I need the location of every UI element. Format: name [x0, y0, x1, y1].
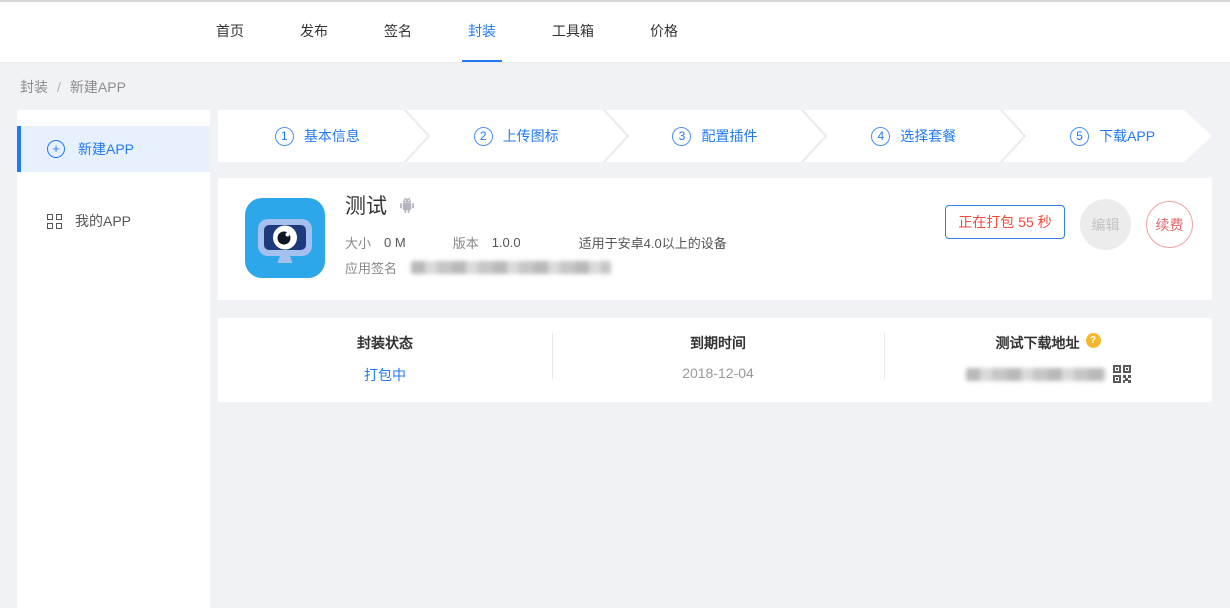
chevron-right-icon	[403, 110, 431, 162]
breadcrumb-separator: /	[57, 79, 61, 95]
edit-button[interactable]: 编辑	[1080, 199, 1131, 250]
step-label: 配置插件	[701, 126, 757, 146]
breadcrumb: 封装 / 新建APP	[20, 77, 126, 97]
package-status-title: 封装状态	[218, 333, 552, 353]
top-header: 首页 发布 签名 封装 工具箱 价格	[0, 0, 1230, 63]
breadcrumb-section[interactable]: 封装	[20, 79, 48, 95]
app-title: 测试	[345, 190, 387, 220]
version-value: 1.0.0	[492, 235, 521, 250]
version-label: 版本	[453, 233, 479, 252]
signature-label: 应用签名	[345, 258, 397, 277]
step-number-icon: 3	[672, 127, 691, 146]
step-label: 选择套餐	[900, 126, 956, 146]
download-url-title-text: 测试下载地址	[996, 335, 1080, 351]
step-label: 下载APP	[1099, 126, 1155, 146]
sidebar: 新建APP 我的APP	[17, 110, 210, 608]
sidebar-item-new-app[interactable]: 新建APP	[17, 126, 210, 172]
grid-icon	[47, 214, 62, 229]
wizard-steps: 1 基本信息 2 上传图标 3 配置插件 4 选择套餐 5 下载APP	[218, 110, 1212, 162]
renew-button[interactable]: 续费	[1146, 201, 1193, 248]
app-icon	[245, 198, 325, 278]
sidebar-item-label: 我的APP	[75, 211, 131, 231]
step-number-icon: 4	[871, 127, 890, 146]
help-icon[interactable]: ?	[1086, 333, 1101, 348]
download-url-redacted[interactable]	[966, 368, 1106, 381]
package-status-value: 打包中	[218, 365, 552, 385]
expire-time-title: 到期时间	[552, 333, 884, 353]
chevron-right-icon	[999, 110, 1027, 162]
nav-item-package[interactable]: 封装	[462, 2, 502, 62]
step-configure-plugins: 3 配置插件	[616, 110, 815, 162]
column-divider	[552, 333, 553, 379]
expire-time-value: 2018-12-04	[552, 365, 884, 381]
step-number-icon: 5	[1070, 127, 1089, 146]
sidebar-item-my-app[interactable]: 我的APP	[17, 198, 210, 244]
nav-item-sign[interactable]: 签名	[378, 2, 418, 62]
expire-time-column: 到期时间 2018-12-04	[552, 318, 884, 402]
packing-status-button[interactable]: 正在打包 55 秒	[945, 205, 1065, 239]
column-divider	[884, 333, 885, 379]
app-meta-row: 大小 0 M 版本 1.0.0 适用于安卓4.0以上的设备	[345, 233, 727, 252]
nav-item-pricing[interactable]: 价格	[644, 2, 684, 62]
chevron-right-icon	[602, 110, 630, 162]
main-nav: 首页 发布 签名 封装 工具箱 价格	[0, 2, 1230, 62]
download-url-value	[884, 365, 1212, 383]
step-upload-icon: 2 上传图标	[417, 110, 616, 162]
status-card: 封装状态 打包中 到期时间 2018-12-04 测试下载地址?	[218, 318, 1212, 402]
compatibility-text: 适用于安卓4.0以上的设备	[579, 233, 727, 252]
qr-code-icon[interactable]	[1113, 365, 1131, 383]
download-url-column: 测试下载地址?	[884, 318, 1212, 402]
step-choose-plan: 4 选择套餐	[814, 110, 1013, 162]
sidebar-item-label: 新建APP	[78, 139, 134, 159]
plus-circle-icon	[47, 140, 65, 158]
app-card: 测试 大小 0 M 版本 1.0.0 适用于安卓4.0以上的设备 应用签名 正在…	[218, 178, 1212, 300]
size-value: 0 M	[384, 235, 406, 250]
step-basic-info: 1 基本信息	[218, 110, 417, 162]
step-label: 基本信息	[304, 126, 360, 146]
step-download-app: 5 下载APP	[1013, 110, 1212, 162]
app-signature-row: 应用签名	[345, 258, 611, 277]
signature-redacted-value	[411, 261, 611, 274]
app-title-row: 测试	[345, 190, 417, 220]
nav-item-publish[interactable]: 发布	[294, 2, 334, 62]
breadcrumb-current: 新建APP	[70, 79, 126, 95]
nav-item-toolbox[interactable]: 工具箱	[546, 2, 600, 62]
chevron-right-icon	[800, 110, 828, 162]
android-icon	[397, 195, 417, 216]
step-number-icon: 2	[474, 127, 493, 146]
package-status-column: 封装状态 打包中	[218, 318, 552, 402]
step-label: 上传图标	[503, 126, 559, 146]
nav-item-home[interactable]: 首页	[210, 2, 250, 62]
size-label: 大小	[345, 233, 371, 252]
download-url-title: 测试下载地址?	[884, 333, 1212, 353]
step-number-icon: 1	[275, 127, 294, 146]
